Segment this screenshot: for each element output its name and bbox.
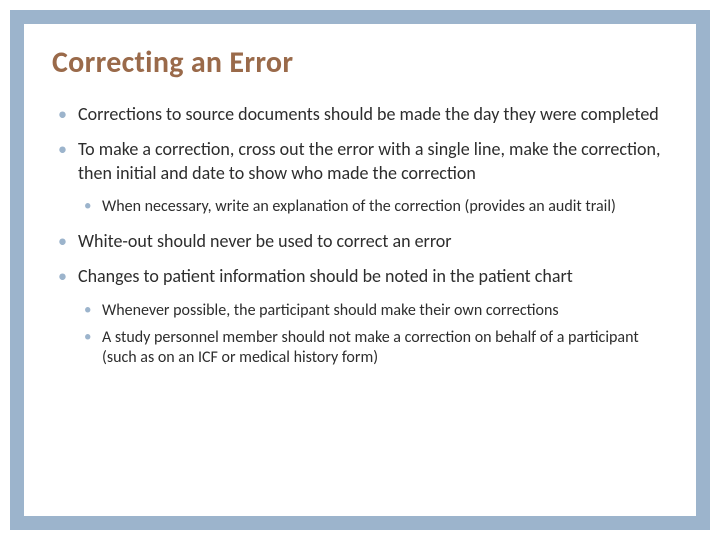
bullet-item: Changes to patient information should be… bbox=[52, 265, 668, 288]
bullet-list: White-out should never be used to correc… bbox=[52, 230, 668, 289]
bullet-item: To make a correction, cross out the erro… bbox=[52, 138, 668, 185]
sub-list-wrapper: Whenever possible, the participant shoul… bbox=[52, 301, 668, 369]
bullet-item: White-out should never be used to correc… bbox=[52, 230, 668, 253]
sub-bullet-list: When necessary, write an explanation of … bbox=[78, 197, 668, 218]
sub-bullet-item: Whenever possible, the participant shoul… bbox=[78, 301, 668, 322]
bullet-item: Corrections to source documents should b… bbox=[52, 103, 668, 126]
sub-bullet-item: A study personnel member should not make… bbox=[78, 328, 668, 370]
slide-title: Correcting an Error bbox=[52, 44, 668, 81]
sub-bullet-list: Whenever possible, the participant shoul… bbox=[78, 301, 668, 369]
bullet-list: Corrections to source documents should b… bbox=[52, 103, 668, 185]
sub-bullet-item: When necessary, write an explanation of … bbox=[78, 197, 668, 218]
sub-list-wrapper: When necessary, write an explanation of … bbox=[52, 197, 668, 218]
slide-frame: Correcting an Error Corrections to sourc… bbox=[10, 10, 710, 530]
